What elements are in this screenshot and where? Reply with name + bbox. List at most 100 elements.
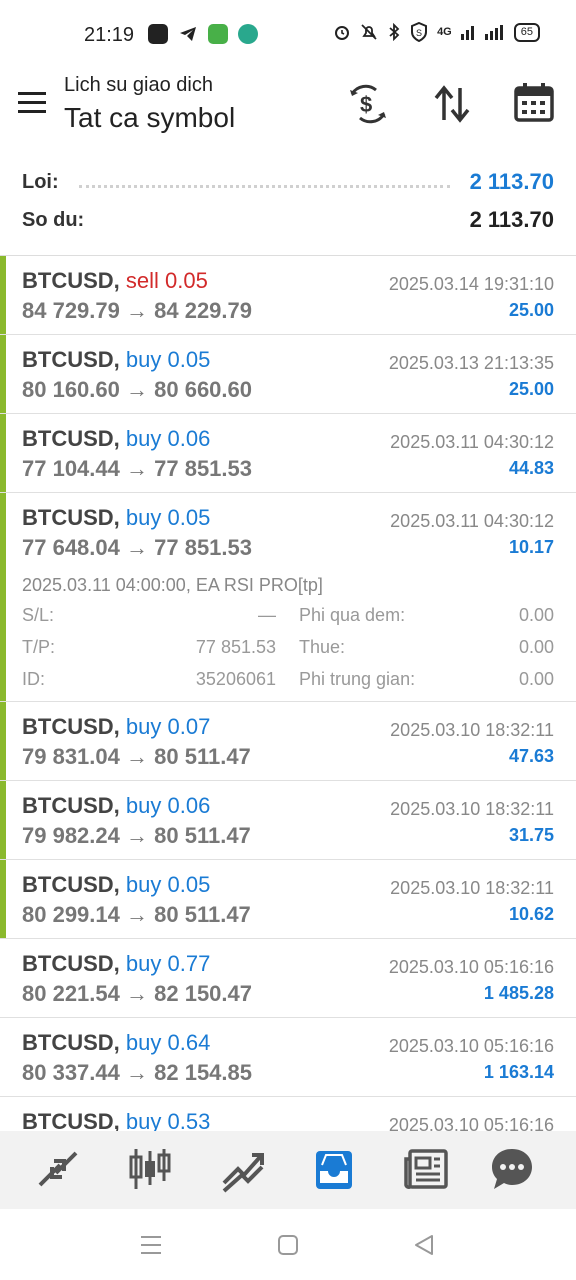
trade-symbol: BTCUSD, — [22, 714, 120, 739]
trade-symbol: BTCUSD, — [22, 268, 120, 293]
arrow-icon: → — [126, 744, 148, 769]
trade-row[interactable]: BTCUSD, buy 0.06 77 104.44 → 77 851.53 202… — [0, 414, 576, 493]
close-price: 84 229.79 — [154, 298, 252, 323]
trade-side: buy — [125, 951, 162, 976]
trade-symbol-line: BTCUSD, buy 0.53 — [22, 1109, 210, 1132]
trade-symbol: BTCUSD, — [22, 872, 120, 897]
closed-position-marker — [0, 860, 6, 938]
system-status: S 4G 65 — [333, 22, 540, 42]
trade-side: buy — [125, 872, 162, 897]
trade-side: buy — [125, 714, 162, 739]
svg-text:$: $ — [360, 92, 372, 117]
arrow-icon: → — [126, 456, 148, 481]
trade-side: sell — [125, 268, 159, 293]
trade-symbol-line: BTCUSD, sell 0.05 — [22, 268, 208, 294]
trade-volume: 0.64 — [167, 1030, 211, 1055]
trade-row[interactable]: BTCUSD, buy 0.53 2025.03.10 05:16:16 — [0, 1097, 576, 1132]
calendar-icon[interactable] — [512, 80, 556, 124]
trade-row[interactable]: BTCUSD, buy 0.07 79 831.04 → 80 511.47 202… — [0, 702, 576, 781]
trade-prices: 79 982.24 → 80 511.47 — [22, 823, 251, 849]
sl-value: — — [258, 605, 276, 625]
open-price: 77 648.04 — [22, 535, 120, 560]
trade-history-list[interactable]: BTCUSD, sell 0.05 84 729.79 → 84 229.79 20… — [0, 255, 576, 1132]
close-price: 80 511.47 — [154, 823, 251, 848]
messages-icon[interactable] — [488, 1145, 536, 1193]
arrow-icon: → — [126, 902, 148, 927]
trade-profit: 25.00 — [508, 379, 554, 399]
header-subtitle: Lich su giao dich — [64, 74, 213, 96]
sort-icon[interactable] — [430, 82, 474, 126]
notification-icons — [148, 24, 258, 44]
recent-apps-icon[interactable] — [140, 1235, 162, 1255]
back-icon[interactable] — [414, 1234, 434, 1256]
trade-row[interactable]: BTCUSD, buy 0.05 77 648.04 → 77 851.53 202… — [0, 493, 576, 702]
chart-icon[interactable] — [126, 1145, 174, 1193]
trade-volume: 0.05 — [165, 268, 208, 293]
trade-datetime: 2025.03.11 04:30:12 — [390, 511, 554, 531]
trade-profit: 10.62 — [508, 904, 554, 924]
open-price: 84 729.79 — [22, 298, 120, 323]
news-icon[interactable] — [402, 1145, 450, 1193]
currency-exchange-icon[interactable]: $ — [346, 82, 390, 126]
tp-value: 77 851.53 — [195, 637, 276, 657]
trade-symbol-line: BTCUSD, buy 0.05 — [22, 872, 210, 898]
home-icon[interactable] — [278, 1235, 298, 1255]
close-price: 80 511.47 — [154, 902, 251, 927]
closed-position-marker — [0, 702, 6, 780]
trade-row[interactable]: BTCUSD, sell 0.05 84 729.79 → 84 229.79 20… — [0, 256, 576, 335]
trade-datetime: 2025.03.14 19:31:10 — [388, 274, 554, 294]
trade-symbol: BTCUSD, — [22, 1030, 120, 1055]
arrow-icon: → — [126, 535, 148, 560]
open-price: 80 299.14 — [22, 902, 120, 927]
status-time: 21:19 — [84, 24, 135, 46]
open-price: 79 831.04 — [22, 744, 120, 769]
balance-label: So du: — [22, 208, 85, 231]
trade-details: S/L: — Phi qua dem: 0.00 T/P: 77 851.53 Thue: 0… — [22, 605, 554, 701]
open-price: 77 104.44 — [22, 456, 120, 481]
trade-symbol: BTCUSD, — [22, 951, 120, 976]
profit-value: 2 113.70 — [469, 169, 554, 194]
hamburger-menu-icon[interactable] — [18, 92, 46, 114]
trade-datetime: 2025.03.10 05:16:16 — [388, 1115, 554, 1132]
trade-volume: 0.77 — [167, 951, 211, 976]
closed-position-marker — [0, 781, 6, 859]
trade-symbol: BTCUSD, — [22, 793, 120, 818]
bell-off-icon — [361, 24, 377, 40]
close-price: 80 511.47 — [154, 744, 251, 769]
trade-prices: 80 299.14 → 80 511.47 — [22, 902, 251, 928]
history-icon[interactable] — [310, 1145, 358, 1193]
trade-symbol-line: BTCUSD, buy 0.77 — [22, 951, 210, 977]
profit-row: Loi: 2 113.70 — [22, 167, 554, 197]
arrow-icon: → — [126, 298, 148, 323]
trade-symbol-line: BTCUSD, buy 0.07 — [22, 714, 210, 740]
trade-symbol: BTCUSD, — [22, 1109, 120, 1132]
bottom-navigation — [0, 1131, 576, 1209]
trade-row[interactable]: BTCUSD, buy 0.05 80 160.60 → 80 660.60 202… — [0, 335, 576, 414]
closed-position-marker — [0, 493, 6, 701]
fee-label: Phi trung gian: — [299, 669, 416, 689]
close-price: 77 851.53 — [154, 456, 252, 481]
trade-prices: 77 104.44 → 77 851.53 — [22, 456, 252, 482]
trade-row[interactable]: BTCUSD, buy 0.64 80 337.44 → 82 154.85 202… — [0, 1018, 576, 1097]
balance-row: So du: 2 113.70 — [22, 205, 554, 235]
alarm-icon — [335, 26, 350, 40]
trade-row[interactable]: BTCUSD, buy 0.05 80 299.14 → 80 511.47 202… — [0, 860, 576, 939]
quotes-icon[interactable] — [34, 1145, 82, 1193]
trade-row[interactable]: BTCUSD, buy 0.06 79 982.24 → 80 511.47 202… — [0, 781, 576, 860]
header-title[interactable]: Tat ca symbol — [64, 102, 235, 134]
id-label: ID: — [22, 669, 46, 689]
summary-panel: Loi: 2 113.70 So du: 2 113.70 — [0, 165, 576, 253]
trade-symbol: BTCUSD, — [22, 505, 120, 530]
id-value: 35206061 — [195, 669, 276, 689]
open-price: 80 337.44 — [22, 1060, 120, 1085]
sl-label: S/L: — [22, 605, 55, 625]
trade-datetime: 2025.03.10 05:16:16 — [388, 957, 554, 977]
open-price: 79 982.24 — [22, 823, 120, 848]
tp-label: T/P: — [22, 637, 56, 657]
trade-icon[interactable] — [218, 1145, 266, 1193]
balance-value: 2 113.70 — [469, 207, 554, 232]
close-price: 82 154.85 — [154, 1060, 252, 1085]
trade-profit: 44.83 — [508, 458, 554, 478]
closed-position-marker — [0, 256, 6, 334]
trade-row[interactable]: BTCUSD, buy 0.77 80 221.54 → 82 150.47 202… — [0, 939, 576, 1018]
